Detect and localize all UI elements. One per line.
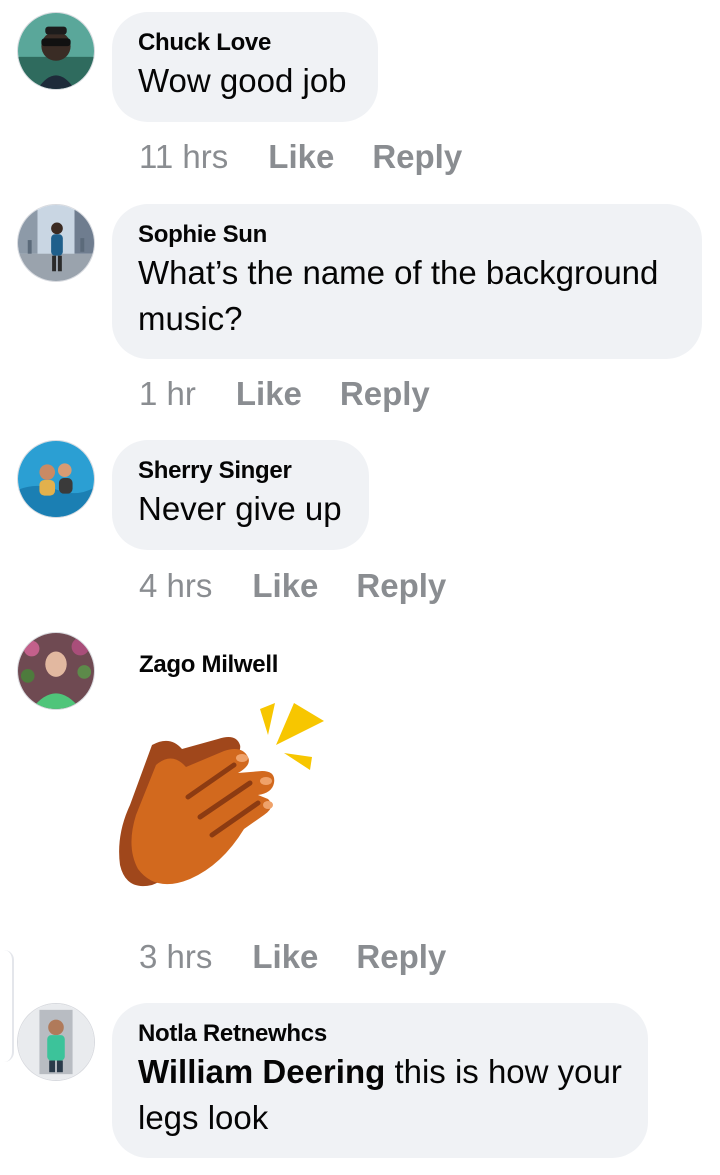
comment-author[interactable]: Sophie Sun	[138, 220, 676, 250]
reply-button[interactable]: Reply	[356, 938, 446, 976]
like-button[interactable]: Like	[252, 567, 318, 605]
avatar[interactable]	[17, 12, 95, 90]
comment-bubble[interactable]: Notla Retnewhcs William Deering this is …	[112, 1003, 648, 1158]
avatar[interactable]	[17, 1003, 95, 1081]
sparkle-icon	[260, 703, 275, 735]
comment-author[interactable]: Zago Milwell	[139, 650, 278, 680]
comment-actions: 4 hrs Like Reply	[139, 566, 446, 606]
comment-author[interactable]: Chuck Love	[138, 28, 352, 58]
comment-timestamp[interactable]: 11 hrs	[139, 138, 228, 176]
comment-text: Wow good job	[138, 62, 347, 99]
reply-button[interactable]: Reply	[372, 138, 462, 176]
comment-bubble[interactable]: Sherry Singer Never give up	[112, 440, 369, 550]
reply-button[interactable]: Reply	[356, 567, 446, 605]
avatar[interactable]	[17, 440, 95, 518]
mention-link[interactable]: William Deering	[138, 1053, 385, 1090]
comment-text: Never give up	[138, 490, 342, 527]
thread-line	[0, 950, 14, 1062]
comment-timestamp[interactable]: 1 hr	[139, 375, 196, 413]
comment-bubble[interactable]: Chuck Love Wow good job	[112, 12, 378, 122]
comment-text: William Deering this is how your legs lo…	[138, 1049, 622, 1141]
comment-actions: 3 hrs Like Reply	[139, 937, 446, 977]
like-button[interactable]: Like	[236, 375, 302, 413]
comment-actions: 11 hrs Like Reply	[139, 137, 462, 177]
comment-actions: 1 hr Like Reply	[139, 374, 430, 414]
reply-button[interactable]: Reply	[340, 375, 430, 413]
comment-timestamp[interactable]: 4 hrs	[139, 567, 212, 605]
comment-author[interactable]: Sherry Singer	[138, 456, 343, 486]
like-button[interactable]: Like	[268, 138, 334, 176]
clapping-hands-sticker[interactable]	[112, 695, 332, 905]
comment-timestamp[interactable]: 3 hrs	[139, 938, 212, 976]
comment-bubble[interactable]: Sophie Sun What’s the name of the backgr…	[112, 204, 702, 359]
comment-text: What’s the name of the background music?	[138, 254, 659, 337]
avatar[interactable]	[17, 632, 95, 710]
like-button[interactable]: Like	[252, 938, 318, 976]
avatar[interactable]	[17, 204, 95, 282]
comment-author[interactable]: Notla Retnewhcs	[138, 1019, 622, 1049]
